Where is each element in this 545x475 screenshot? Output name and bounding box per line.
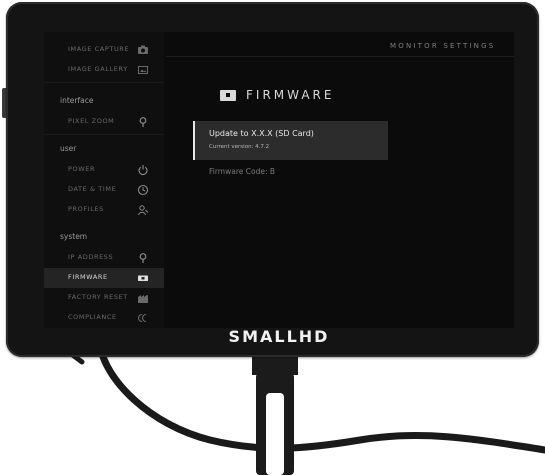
profile-icon (138, 205, 149, 216)
sidebar-item-ip-address[interactable]: IP ADDRESS (44, 248, 164, 268)
firmware-title: FIRMWARE (246, 88, 335, 102)
sd-card-icon (138, 275, 148, 281)
sidebar-divider (44, 134, 164, 135)
firmware-code-text: Firmware Code: B (209, 167, 276, 176)
sidebar-item-label: FACTORY RESET (68, 293, 128, 301)
sidebar-item-label: IMAGE CAPTURE (68, 45, 130, 53)
sidebar-item-label: POWER (68, 165, 96, 173)
sidebar-item-label: COMPLIANCE (68, 313, 117, 321)
image-gallery-icon (138, 66, 148, 74)
factory-reset-icon (138, 295, 148, 303)
sidebar-item-compliance[interactable]: COMPLIANCE (44, 308, 164, 328)
firmware-update-option[interactable]: Update to X.X.X (SD Card) Current versio… (193, 121, 388, 160)
monitor-stand (252, 355, 298, 475)
sidebar-item-label: IMAGE GALLERY (68, 65, 128, 73)
power-icon (138, 165, 148, 176)
section-title-user: user (60, 144, 77, 153)
clock-icon (137, 184, 149, 196)
header-divider (166, 56, 514, 57)
compliance-icon (137, 313, 147, 323)
settings-sidebar: IMAGE CAPTURE IMAGE GALLERY interface PI… (44, 32, 164, 328)
screen: IMAGE CAPTURE IMAGE GALLERY interface PI… (44, 32, 514, 328)
monitor-device: IMAGE CAPTURE IMAGE GALLERY interface PI… (6, 2, 539, 357)
pin-icon (139, 117, 147, 127)
section-title-interface: interface (60, 96, 94, 105)
sidebar-item-label: PIXEL ZOOM (68, 117, 115, 125)
current-version-text: Current version: 4.7.2 (209, 144, 270, 150)
sidebar-item-pixel-zoom[interactable]: PIXEL ZOOM (44, 112, 164, 132)
sidebar-item-date-time[interactable]: DATE & TIME (44, 180, 164, 200)
update-option-title: Update to X.X.X (SD Card) (209, 129, 314, 138)
sidebar-divider (44, 82, 164, 83)
sidebar-item-factory-reset[interactable]: FACTORY RESET (44, 288, 164, 308)
sidebar-item-image-gallery[interactable]: IMAGE GALLERY (44, 60, 164, 80)
brand-logo: SMALLHD (228, 327, 330, 346)
sidebar-item-label: FIRMWARE (68, 273, 108, 281)
sidebar-item-label: IP ADDRESS (68, 253, 114, 261)
location-pin-icon (139, 253, 147, 263)
sidebar-item-profiles[interactable]: PROFILES (44, 200, 164, 220)
page-title: MONITOR SETTINGS (390, 42, 496, 50)
sidebar-item-image-capture[interactable]: IMAGE CAPTURE (44, 40, 164, 60)
sidebar-item-firmware[interactable]: FIRMWARE (44, 268, 164, 288)
section-title-system: system (60, 232, 88, 241)
sd-card-icon (220, 90, 236, 101)
sidebar-item-label: PROFILES (68, 205, 104, 213)
sidebar-item-label: DATE & TIME (68, 185, 117, 193)
camera-icon (138, 45, 148, 54)
sidebar-item-power[interactable]: POWER (44, 160, 164, 180)
